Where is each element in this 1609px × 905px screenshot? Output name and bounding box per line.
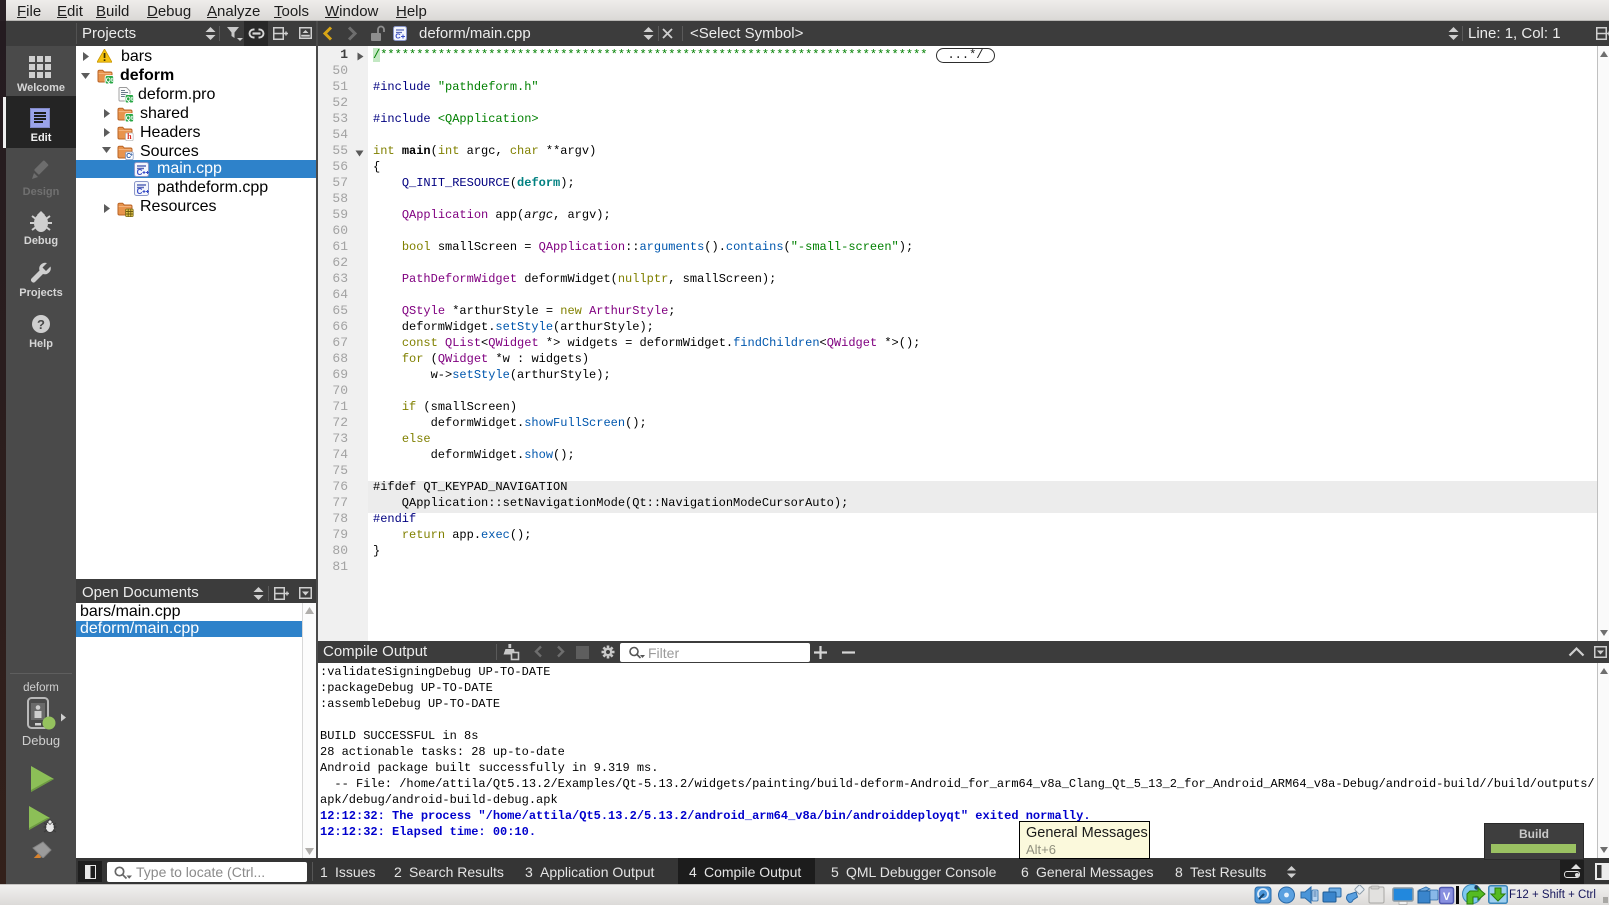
svg-text:C: C: [137, 187, 143, 196]
svg-text:Qt: Qt: [126, 96, 134, 103]
svg-text:C: C: [395, 32, 401, 41]
svg-text:V: V: [1443, 891, 1451, 903]
svg-text:+: +: [130, 152, 133, 158]
svg-text:?: ?: [37, 317, 45, 332]
svg-text:Qt: Qt: [106, 77, 114, 84]
svg-text:Qt: Qt: [126, 115, 134, 122]
svg-text:C: C: [137, 168, 143, 177]
svg-text:h: h: [127, 132, 132, 141]
